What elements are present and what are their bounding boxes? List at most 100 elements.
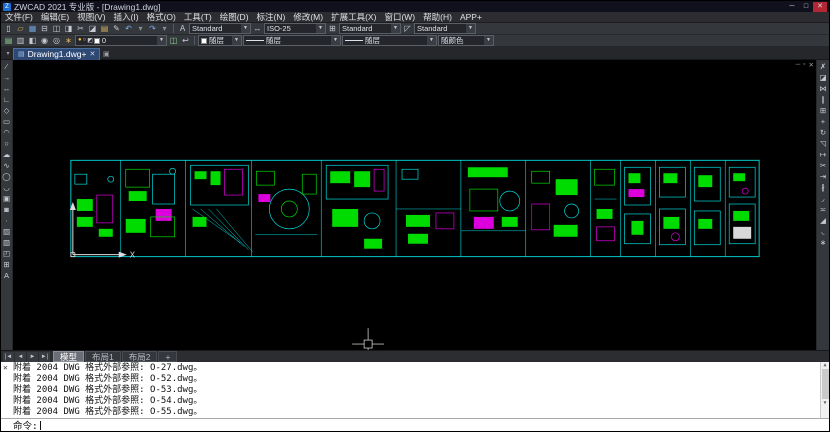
maximize-button[interactable]: □ — [799, 2, 813, 12]
窗口(W)[interactable]: 窗口(W) — [380, 12, 419, 23]
copy-clip-icon[interactable]: ◪ — [87, 24, 98, 34]
join-tool-icon[interactable]: ≍ — [818, 205, 828, 215]
move-tool-icon[interactable]: + — [818, 117, 828, 127]
chevron-down-icon[interactable]: ▼ — [331, 36, 340, 45]
工具(T)[interactable]: 工具(T) — [180, 12, 216, 23]
文件(F)[interactable]: 文件(F) — [1, 12, 37, 23]
insert-block-tool-icon[interactable]: ▣ — [2, 194, 12, 204]
scale-tool-icon[interactable]: ◹ — [818, 139, 828, 149]
color-select[interactable]: 随层 ▼ — [198, 35, 242, 46]
next-layout-button[interactable]: ► — [27, 352, 38, 362]
table-tool-icon[interactable]: ⊞ — [2, 260, 12, 270]
gradient-tool-icon[interactable]: ▧ — [2, 238, 12, 248]
layer-isolate-icon[interactable]: ◧ — [27, 36, 38, 46]
编辑(E)[interactable]: 编辑(E) — [37, 12, 73, 23]
dim-style-select[interactable]: ISO-25 ▼ — [264, 23, 326, 34]
chevron-down-icon[interactable]: ▼ — [466, 24, 475, 33]
copy-tool-icon[interactable]: ◪ — [818, 73, 828, 83]
cut-icon[interactable]: ✂ — [75, 24, 86, 34]
paste-icon[interactable]: ▤ — [99, 24, 110, 34]
save-icon[interactable]: ▦ — [27, 24, 38, 34]
break-tool-icon[interactable]: ◞ — [818, 194, 828, 204]
arc-tool-icon[interactable]: ◠ — [2, 128, 12, 138]
offset-tool-icon[interactable]: ∥ — [818, 95, 828, 105]
drawing-restore-button[interactable]: ▫ — [803, 61, 805, 69]
command-scrollbar[interactable]: ▲ ▼ — [820, 362, 829, 418]
circle-tool-icon[interactable]: ○ — [2, 139, 12, 149]
close-button[interactable]: ✕ — [813, 2, 827, 12]
table-style-select[interactable]: Standard ▼ — [339, 23, 401, 34]
command-window-close-icon[interactable]: ✕ — [3, 363, 8, 372]
polygon-tool-icon[interactable]: ◇ — [2, 106, 12, 116]
rectangle-tool-icon[interactable]: ▭ — [2, 117, 12, 127]
drawing-canvas[interactable]: ─ ▫ ✕ X — [13, 60, 816, 350]
chevron-down-icon[interactable]: ▼ — [427, 36, 436, 45]
APP+[interactable]: APP+ — [456, 12, 486, 23]
document-tab-close-icon[interactable]: ✕ — [89, 50, 95, 58]
帮助(H)[interactable]: 帮助(H) — [419, 12, 456, 23]
layer-previous-icon[interactable]: ↩ — [180, 36, 191, 46]
layer-freeze-icon[interactable]: ◎ — [51, 36, 62, 46]
doc-tab-menu-button[interactable]: ▾ — [3, 50, 13, 57]
open-icon[interactable]: ▱ — [15, 24, 26, 34]
ellipse-tool-icon[interactable]: ◯ — [2, 172, 12, 182]
绘图(D)[interactable]: 绘图(D) — [216, 12, 253, 23]
linetype-select[interactable]: 随层 ▼ — [243, 35, 341, 46]
chevron-down-icon[interactable]: ▼ — [232, 36, 241, 45]
point-tool-icon[interactable]: ∙ — [2, 216, 12, 226]
undo-menu-arrow[interactable]: ▾ — [135, 24, 146, 34]
make-block-tool-icon[interactable]: ◙ — [2, 205, 12, 215]
drawing-close-button[interactable]: ✕ — [809, 61, 814, 69]
prev-layout-button[interactable]: ◄ — [15, 352, 26, 362]
ellipse-arc-tool-icon[interactable]: ◡ — [2, 183, 12, 193]
command-input-line[interactable]: 命令: — [1, 418, 829, 431]
layout-tab[interactable]: 布局1 — [85, 351, 121, 362]
layer-select[interactable]: ● ○ ◩ 0 ▼ — [75, 35, 167, 46]
stretch-tool-icon[interactable]: ↦ — [818, 150, 828, 160]
lineweight-select[interactable]: 随层 ▼ — [342, 35, 437, 46]
格式(O)[interactable]: 格式(O) — [143, 12, 180, 23]
扩展工具(X)[interactable]: 扩展工具(X) — [327, 12, 380, 23]
erase-tool-icon[interactable]: ✗ — [818, 62, 828, 72]
layer-states-icon[interactable]: ▥ — [15, 36, 26, 46]
插入(I)[interactable]: 插入(I) — [110, 12, 143, 23]
make-object-layer-current-icon[interactable]: ◫ — [168, 36, 179, 46]
chevron-down-icon[interactable]: ▼ — [241, 24, 250, 33]
layer-unisolate-icon[interactable]: ◉ — [39, 36, 50, 46]
scrollbar-thumb[interactable] — [822, 369, 829, 399]
mirror-tool-icon[interactable]: ⋈ — [818, 84, 828, 94]
layout-tab[interactable]: 布局2 — [122, 351, 158, 362]
chevron-down-icon[interactable]: ▼ — [316, 24, 325, 33]
first-layout-button[interactable]: |◄ — [3, 352, 14, 362]
drawing-minimize-button[interactable]: ─ — [796, 61, 801, 69]
chamfer-tool-icon[interactable]: ◢ — [818, 216, 828, 226]
rotate-tool-icon[interactable]: ↻ — [818, 128, 828, 138]
publish-icon[interactable]: ◨ — [63, 24, 74, 34]
array-tool-icon[interactable]: ⊞ — [818, 106, 828, 116]
plot-style-select[interactable]: 随颜色 ▼ — [438, 35, 494, 46]
修改(M)[interactable]: 修改(M) — [289, 12, 327, 23]
polyline-tool-icon[interactable]: ∟ — [2, 95, 12, 105]
redo-icon[interactable]: ↷ — [147, 24, 158, 34]
line-tool-icon[interactable]: ∕ — [2, 62, 12, 72]
new-document-tab-button[interactable]: ▣ — [100, 50, 112, 58]
spline-tool-icon[interactable]: ∿ — [2, 161, 12, 171]
chevron-down-icon[interactable]: ▼ — [391, 24, 400, 33]
fillet-tool-icon[interactable]: ◟ — [818, 227, 828, 237]
chevron-down-icon[interactable]: ▼ — [484, 36, 493, 45]
plot-icon[interactable]: ⊟ — [39, 24, 50, 34]
new-icon[interactable]: ▯ — [3, 24, 14, 34]
undo-icon[interactable]: ↶ — [123, 24, 134, 34]
chevron-down-icon[interactable]: ▼ — [157, 36, 166, 45]
minimize-button[interactable]: ─ — [785, 2, 799, 12]
layer-properties-icon[interactable]: ▤ — [3, 36, 14, 46]
region-tool-icon[interactable]: ◰ — [2, 249, 12, 259]
hatch-tool-icon[interactable]: ▨ — [2, 227, 12, 237]
extend-tool-icon[interactable]: ⇥ — [818, 172, 828, 182]
layer-off-icon[interactable]: ∗ — [63, 36, 74, 46]
ray-tool-icon[interactable]: → — [2, 73, 12, 83]
construction-line-tool-icon[interactable]: ↔ — [2, 84, 12, 94]
layout-tab[interactable]: 模型 — [53, 351, 84, 362]
mtext-tool-icon[interactable]: A — [2, 271, 12, 281]
text-style-select[interactable]: Standard ▼ — [189, 23, 251, 34]
